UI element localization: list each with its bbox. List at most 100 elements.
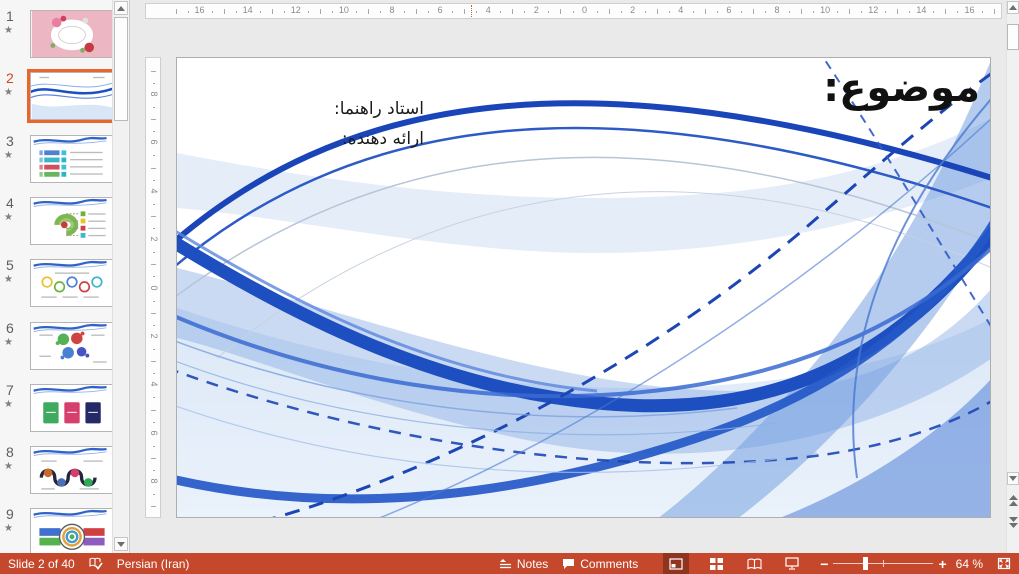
slide-thumbnail-1[interactable]	[30, 10, 114, 58]
ruler-label: 0	[149, 282, 159, 294]
slide-number: 4	[6, 195, 14, 211]
slide-thumbnail-8[interactable]	[30, 446, 114, 494]
ruler-label: 10	[338, 5, 350, 15]
ruler-tick	[380, 11, 381, 13]
ruler-tick	[717, 11, 718, 13]
ruler-tick	[212, 11, 213, 13]
slide-thumbnail-3[interactable]	[30, 135, 114, 183]
ruler-tick	[500, 11, 501, 13]
comments-button[interactable]: Comments	[555, 553, 645, 574]
language-indicator[interactable]: Persian (Iran)	[110, 553, 197, 574]
vertical-ruler: 864202468	[145, 57, 161, 518]
scroll-up-button[interactable]	[1007, 1, 1019, 14]
zoom-slider[interactable]	[833, 553, 933, 574]
animation-star-icon[interactable]: ★	[4, 274, 13, 285]
slide-title-placeholder[interactable]: موضوع:	[823, 62, 980, 114]
slide-show-icon	[785, 557, 799, 570]
ruler-tick	[272, 9, 273, 14]
fit-slide-to-window-button[interactable]	[991, 553, 1017, 574]
animation-star-icon[interactable]: ★	[4, 337, 13, 348]
slide-canvas[interactable]: موضوع: استاد راهنما: ارائه دهنده:	[176, 57, 991, 518]
zoom-in-button[interactable]: +	[933, 556, 951, 572]
slide-thumbnail-row: 3★	[0, 133, 112, 195]
ruler-tick	[151, 216, 156, 217]
zoom-level[interactable]: 64 %	[952, 557, 991, 571]
ruler-tick	[153, 373, 155, 374]
ruler-tick	[153, 301, 155, 302]
slide-thumbnail-2[interactable]	[30, 72, 114, 120]
ruler-tick	[669, 11, 670, 13]
ruler-tick	[512, 9, 513, 14]
ruler-label: 2	[149, 330, 159, 342]
ruler-tick	[153, 252, 155, 253]
comments-label: Comments	[580, 557, 638, 571]
ruler-tick	[151, 168, 156, 169]
ruler-tick	[801, 9, 802, 14]
ruler-tick	[909, 11, 910, 13]
spellcheck-icon[interactable]	[82, 553, 110, 574]
ruler-label: 6	[434, 5, 446, 15]
slide-body-placeholder[interactable]: استاد راهنما: ارائه دهنده:	[334, 94, 424, 154]
ruler-tick	[885, 11, 886, 13]
animation-star-icon[interactable]: ★	[4, 399, 13, 410]
reading-view-button[interactable]	[741, 553, 767, 574]
scroll-down-button[interactable]	[1007, 472, 1019, 485]
slide-thumbnail-5[interactable]	[30, 259, 114, 307]
thumbnail-scrollbar[interactable]	[112, 0, 128, 553]
slide-show-button[interactable]	[779, 553, 805, 574]
ruler-tick	[657, 9, 658, 14]
ruler-tick	[645, 11, 646, 13]
ruler-label: 8	[771, 5, 783, 15]
animation-star-icon[interactable]: ★	[4, 25, 13, 36]
notes-button[interactable]: Notes	[492, 553, 555, 574]
slide-thumbnail-9[interactable]	[30, 508, 114, 553]
slide-thumbnail-7[interactable]	[30, 384, 114, 432]
ruler-tick	[153, 446, 155, 447]
ruler-tick	[837, 11, 838, 13]
animation-star-icon[interactable]: ★	[4, 212, 13, 223]
ruler-tick	[982, 11, 983, 13]
slide-thumbnail-4[interactable]	[30, 197, 114, 245]
ruler-tick	[609, 9, 610, 14]
slide-number: 8	[6, 444, 14, 460]
ruler-tick	[151, 264, 156, 265]
main-scrollbar[interactable]	[1006, 0, 1019, 553]
ruler-tick	[945, 9, 946, 14]
zoom-out-button[interactable]: −	[815, 556, 833, 572]
slide-number: 1	[6, 8, 14, 24]
animation-star-icon[interactable]: ★	[4, 87, 13, 98]
slide-sorter-button[interactable]	[703, 553, 729, 574]
ruler-tick	[693, 11, 694, 13]
ruler-tick	[597, 11, 598, 13]
ruler-tick	[151, 410, 156, 411]
ruler-tick	[428, 11, 429, 13]
ruler-tick	[153, 470, 155, 471]
ruler-cursor-indicator	[471, 5, 472, 17]
wave-background-graphic	[177, 58, 991, 518]
scroll-up-button[interactable]	[114, 1, 128, 15]
slide-number: 5	[6, 257, 14, 273]
ruler-tick	[151, 506, 156, 507]
ruler-tick	[308, 11, 309, 13]
scrollbar-thumb[interactable]	[114, 17, 128, 121]
next-slide-button[interactable]	[1007, 514, 1019, 531]
scrollbar-thumb[interactable]	[1007, 24, 1019, 50]
animation-star-icon[interactable]: ★	[4, 150, 13, 161]
slide-thumbnail-6[interactable]	[30, 322, 114, 370]
scroll-down-button[interactable]	[114, 537, 128, 551]
fit-to-window-icon	[997, 557, 1011, 570]
zoom-slider-knob[interactable]	[863, 557, 868, 570]
ruler-label: 8	[149, 475, 159, 487]
ruler-label: 16	[963, 5, 975, 15]
normal-view-button[interactable]	[663, 553, 689, 574]
animation-star-icon[interactable]: ★	[4, 461, 13, 472]
notes-label: Notes	[517, 557, 548, 571]
previous-slide-button[interactable]	[1007, 492, 1019, 509]
ruler-tick	[476, 11, 477, 13]
ruler-tick	[897, 9, 898, 14]
ruler-tick	[404, 11, 405, 13]
animation-star-icon[interactable]: ★	[4, 523, 13, 534]
ruler-label: 10	[819, 5, 831, 15]
ruler-tick	[416, 9, 417, 14]
ruler-tick	[741, 11, 742, 13]
